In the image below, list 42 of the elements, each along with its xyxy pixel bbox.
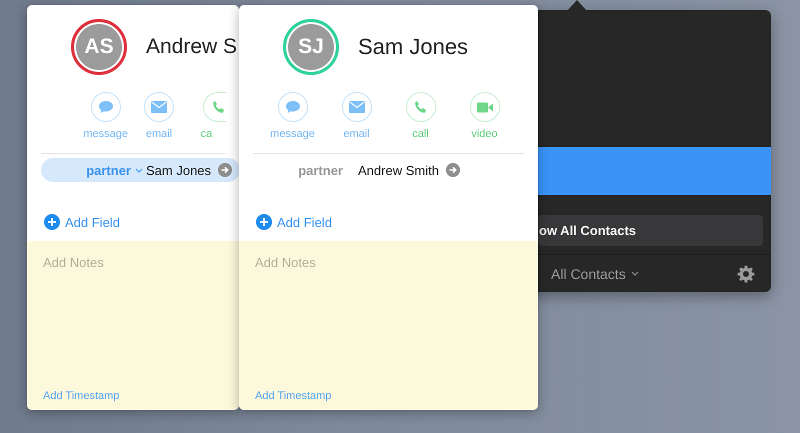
add-field-link[interactable]: Add Field	[256, 214, 332, 230]
email-icon[interactable]	[144, 92, 174, 122]
call-icon[interactable]	[406, 92, 436, 122]
action-link[interactable]: email	[343, 128, 370, 140]
contact-row[interactable]	[538, 147, 771, 195]
add-field-link[interactable]: Add Field	[44, 214, 120, 230]
contact-name: Sam Jones	[358, 34, 468, 60]
email-icon[interactable]	[342, 92, 372, 122]
arrow-circle-icon[interactable]	[446, 163, 460, 177]
plus-icon[interactable]	[256, 214, 272, 230]
action-link[interactable]: message	[270, 128, 315, 140]
add-timestamp-link[interactable]: Add Timestamp	[43, 390, 120, 402]
message-icon[interactable]	[278, 92, 308, 122]
arrow-circle-icon[interactable]	[218, 163, 232, 177]
plus-icon[interactable]	[44, 214, 60, 230]
call-icon[interactable]	[202, 92, 226, 122]
action-link[interactable]: call	[412, 128, 429, 140]
avatar: SJ	[283, 19, 339, 75]
related-field[interactable]: partner Sam Jones	[41, 158, 239, 182]
settings-icon[interactable]	[737, 264, 755, 282]
action-link[interactable]: ca	[200, 128, 212, 140]
video-icon[interactable]	[470, 92, 500, 122]
group-menu[interactable]: All Contacts	[551, 266, 639, 282]
chevron-icon[interactable]	[134, 168, 142, 172]
field-label: partner	[85, 162, 131, 178]
notes-area[interactable]: Add Notes Add Timestamp	[27, 241, 239, 410]
message-icon[interactable]	[90, 92, 121, 122]
show-all-contacts-button[interactable]: ow All Contacts	[538, 215, 763, 246]
field-value: Andrew Smith	[358, 162, 439, 178]
notes-area[interactable]: Add Notes Add Timestamp	[239, 241, 538, 410]
action-link[interactable]: message	[83, 128, 128, 140]
action-link[interactable]: email	[146, 128, 172, 140]
add-timestamp-link[interactable]: Add Timestamp	[255, 390, 332, 402]
related-field[interactable]: partner Andrew Smith	[253, 158, 468, 182]
notes-field[interactable]: Add Notes	[255, 241, 522, 390]
action-link[interactable]: video	[471, 128, 498, 140]
chevron-icon[interactable]	[630, 271, 639, 276]
avatar: AS	[71, 19, 127, 75]
contact-name: Andrew S	[146, 35, 238, 59]
notes-field[interactable]: Add Notes	[43, 241, 223, 390]
field-value: Sam Jones	[146, 162, 212, 178]
field-label: partner	[297, 162, 343, 178]
